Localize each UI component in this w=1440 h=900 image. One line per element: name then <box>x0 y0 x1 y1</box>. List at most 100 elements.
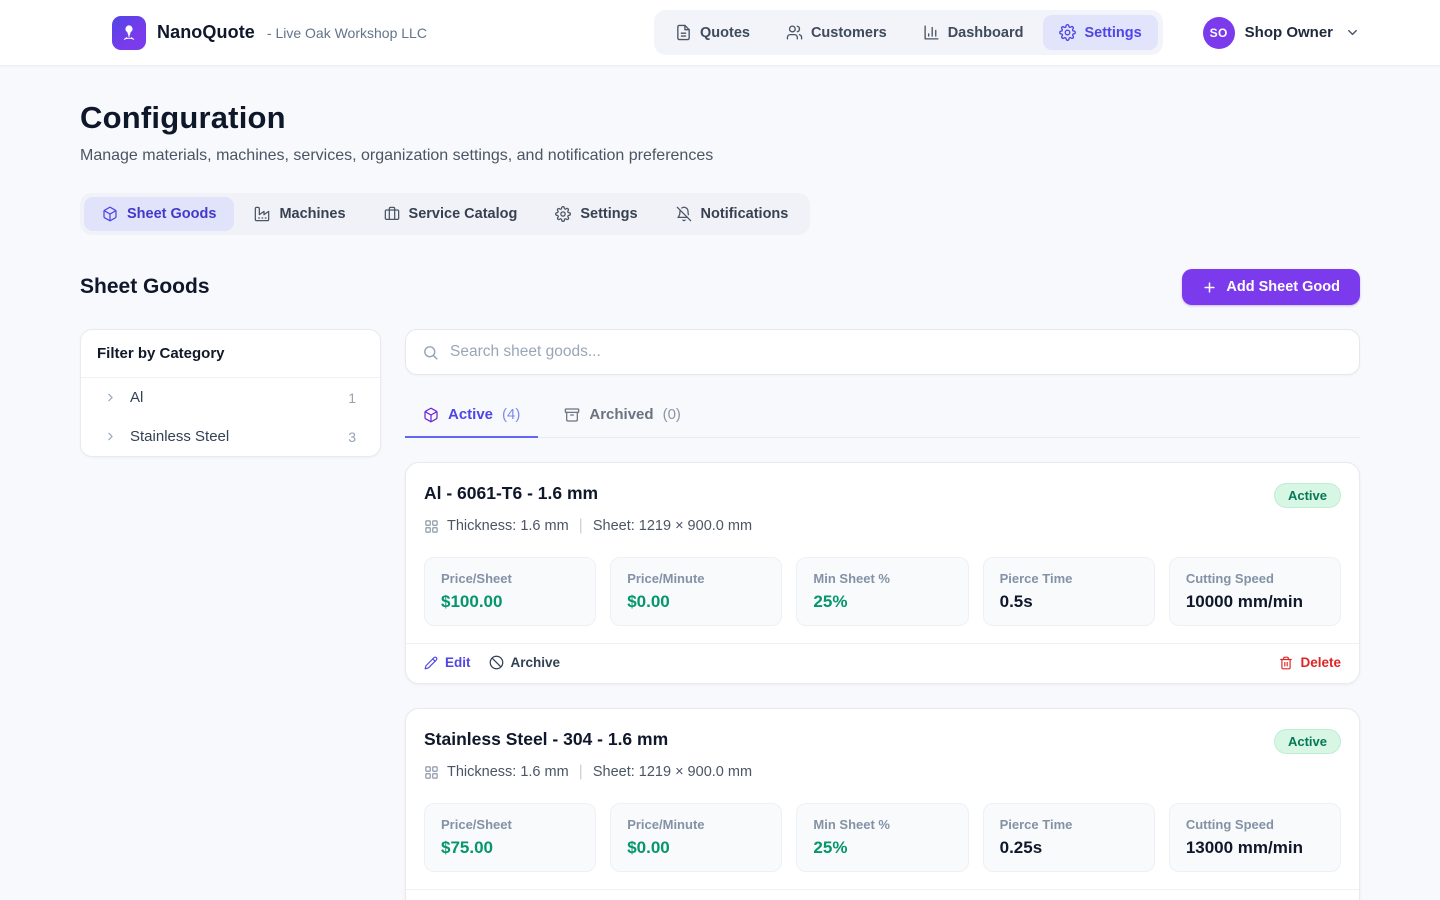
tab-service-catalog[interactable]: Service Catalog <box>366 197 536 231</box>
sheet-good-meta: Thickness: 1.6 mm | Sheet: 1219 × 900.0 … <box>424 517 1341 535</box>
stat-cutting-speed: Cutting Speed 13000 mm/min <box>1169 803 1341 872</box>
edit-button[interactable]: Edit <box>424 655 471 670</box>
trash-icon <box>1279 656 1293 670</box>
config-tab-bar: Sheet Goods Machines Service Catalog Set… <box>80 193 810 235</box>
stat-pierce-time: Pierce Time 0.5s <box>983 557 1155 626</box>
divider: | <box>577 763 585 781</box>
factory-icon <box>254 206 270 222</box>
sheet-goods-list: Active (4) Archived (0) Al - 6061-T6 - 1… <box>405 329 1360 900</box>
status-badge: Active <box>1274 483 1341 508</box>
card-actions: Edit Archive Delete <box>406 889 1359 900</box>
top-bar: NanoQuote - Live Oak Workshop LLC Quotes… <box>0 0 1440 66</box>
tab-machines[interactable]: Machines <box>236 197 363 231</box>
ban-icon <box>489 655 504 670</box>
nav-item-customers[interactable]: Customers <box>770 15 903 50</box>
avatar: SO <box>1203 17 1235 49</box>
sheet-good-meta: Thickness: 1.6 mm | Sheet: 1219 × 900.0 … <box>424 763 1341 781</box>
sheet-good-card: Stainless Steel - 304 - 1.6 mm Active Th… <box>405 708 1360 900</box>
bar-chart-icon <box>923 24 940 41</box>
thickness-value: Thickness: 1.6 mm <box>447 764 569 780</box>
tab-label: Service Catalog <box>409 206 518 222</box>
stat-min-sheet: Min Sheet % 25% <box>796 803 968 872</box>
tab-sheet-goods[interactable]: Sheet Goods <box>84 197 234 231</box>
pencil-icon <box>424 656 438 670</box>
gear-icon <box>1059 24 1076 41</box>
sheet-good-card: Al - 6061-T6 - 1.6 mm Active Thickness: … <box>405 462 1360 684</box>
nav-label: Quotes <box>700 25 750 41</box>
tab-count: (4) <box>502 406 520 423</box>
package-icon <box>102 206 118 222</box>
add-button-label: Add Sheet Good <box>1226 279 1340 295</box>
filter-item-label: Al <box>130 389 348 406</box>
stat-price-minute: Price/Minute $0.00 <box>610 557 782 626</box>
status-tab-bar: Active (4) Archived (0) <box>405 397 1360 438</box>
section-title: Sheet Goods <box>80 275 210 299</box>
user-menu[interactable]: SO Shop Owner <box>1203 17 1360 49</box>
tab-label: Archived <box>589 406 653 423</box>
nav-label: Dashboard <box>948 25 1024 41</box>
nanoquote-logo-icon <box>112 16 146 50</box>
tab-active[interactable]: Active (4) <box>405 397 538 438</box>
sheet-size-value: Sheet: 1219 × 900.0 mm <box>593 518 752 534</box>
stat-pierce-time: Pierce Time 0.25s <box>983 803 1155 872</box>
card-actions: Edit Archive Delete <box>406 643 1359 683</box>
page-subtitle: Manage materials, machines, services, or… <box>80 147 1360 165</box>
archive-button[interactable]: Archive <box>489 655 561 670</box>
sheet-good-title: Al - 6061-T6 - 1.6 mm <box>424 483 598 504</box>
tab-settings[interactable]: Settings <box>537 197 655 231</box>
thickness-value: Thickness: 1.6 mm <box>447 518 569 534</box>
nav-item-settings[interactable]: Settings <box>1043 15 1157 50</box>
stats-row: Price/Sheet $75.00 Price/Minute $0.00 Mi… <box>424 803 1341 872</box>
configuration-page: Configuration Manage materials, machines… <box>0 66 1440 900</box>
users-icon <box>786 24 803 41</box>
document-icon <box>675 24 692 41</box>
filter-item-count: 3 <box>348 429 356 445</box>
section-header: Sheet Goods Add Sheet Good <box>80 269 1360 305</box>
briefcase-icon <box>384 206 400 222</box>
archive-icon <box>564 407 580 423</box>
page-title: Configuration <box>80 100 1360 136</box>
search-input[interactable] <box>450 343 1343 361</box>
tab-notifications[interactable]: Notifications <box>658 197 807 231</box>
filter-item-label: Stainless Steel <box>130 428 348 445</box>
bell-off-icon <box>676 206 692 222</box>
chevron-right-icon[interactable] <box>104 391 117 404</box>
divider: | <box>577 517 585 535</box>
filter-item-stainless-steel[interactable]: Stainless Steel 3 <box>81 417 380 456</box>
sheet-good-title: Stainless Steel - 304 - 1.6 mm <box>424 729 668 750</box>
tab-count: (0) <box>663 406 681 423</box>
tab-label: Active <box>448 406 493 423</box>
grid-icon <box>424 765 439 780</box>
stat-min-sheet: Min Sheet % 25% <box>796 557 968 626</box>
user-name: Shop Owner <box>1245 24 1333 41</box>
brand: NanoQuote - Live Oak Workshop LLC <box>112 16 654 50</box>
grid-icon <box>424 519 439 534</box>
plus-icon <box>1202 280 1217 295</box>
tab-label: Settings <box>580 206 637 222</box>
add-sheet-good-button[interactable]: Add Sheet Good <box>1182 269 1360 305</box>
stat-price-sheet: Price/Sheet $100.00 <box>424 557 596 626</box>
delete-button[interactable]: Delete <box>1279 655 1341 670</box>
nav-item-quotes[interactable]: Quotes <box>659 15 766 50</box>
chevron-down-icon <box>1345 25 1360 40</box>
chevron-right-icon[interactable] <box>104 430 117 443</box>
org-name: - Live Oak Workshop LLC <box>267 25 427 41</box>
stats-row: Price/Sheet $100.00 Price/Minute $0.00 M… <box>424 557 1341 626</box>
search-bar <box>405 329 1360 375</box>
stat-price-minute: Price/Minute $0.00 <box>610 803 782 872</box>
tab-label: Sheet Goods <box>127 206 216 222</box>
stat-cutting-speed: Cutting Speed 10000 mm/min <box>1169 557 1341 626</box>
search-icon <box>422 344 439 361</box>
filter-title: Filter by Category <box>81 330 380 378</box>
nav-label: Settings <box>1084 25 1141 41</box>
filter-panel: Filter by Category Al 1 Stainless Steel … <box>80 329 381 457</box>
app-title: NanoQuote <box>157 22 255 43</box>
filter-item-count: 1 <box>348 390 356 406</box>
nav-label: Customers <box>811 25 887 41</box>
filter-item-al[interactable]: Al 1 <box>81 378 380 417</box>
tab-archived[interactable]: Archived (0) <box>546 397 699 438</box>
tab-label: Machines <box>279 206 345 222</box>
package-icon <box>423 407 439 423</box>
nav-item-dashboard[interactable]: Dashboard <box>907 15 1040 50</box>
stat-price-sheet: Price/Sheet $75.00 <box>424 803 596 872</box>
